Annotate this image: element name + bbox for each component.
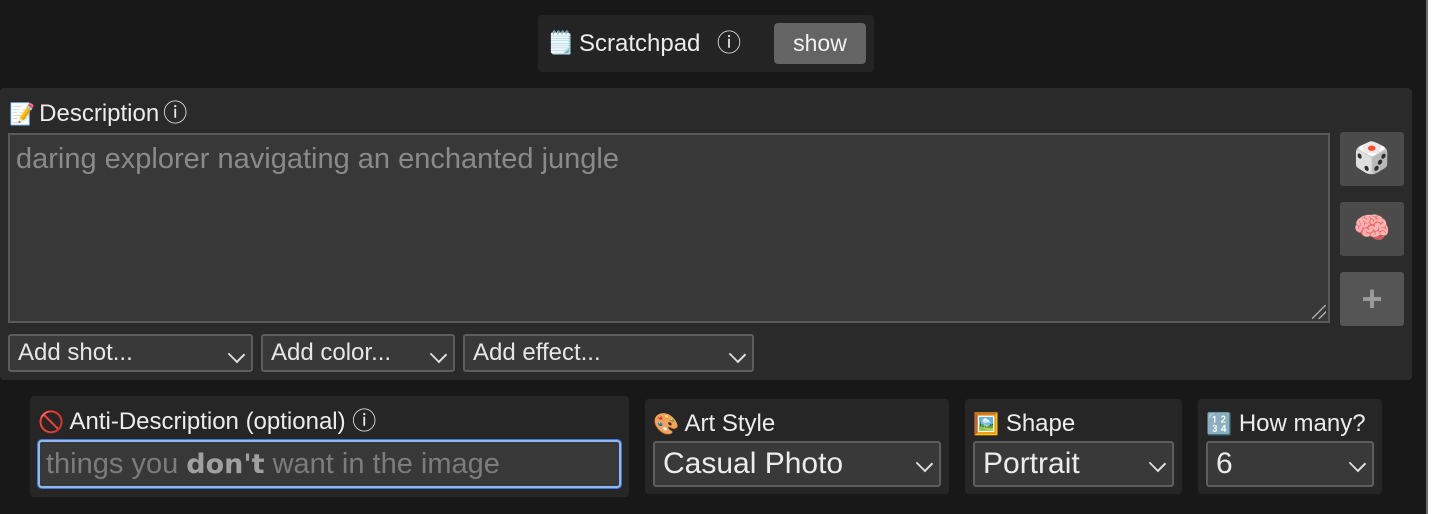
window-edge <box>1426 0 1444 514</box>
scratchpad-show-button[interactable]: show <box>774 23 866 64</box>
plus-icon: + <box>1361 278 1383 319</box>
shape-select[interactable]: Portrait <box>973 441 1174 487</box>
description-heading: 📝 Description ⓘ <box>9 100 187 129</box>
add-color-select[interactable]: Add color... <box>261 334 455 372</box>
anti-placeholder-emphasis: don't <box>186 449 265 480</box>
brain-button[interactable]: 🧠 <box>1340 202 1404 256</box>
info-icon[interactable]: ⓘ <box>352 408 376 435</box>
palette-icon: 🎨 <box>653 413 680 436</box>
how-many-label: How many? <box>1238 410 1366 437</box>
anti-description-label: Anti-Description (optional) <box>69 408 346 435</box>
shape-heading: 🖼️ Shape <box>973 410 1075 439</box>
anti-description-heading: 🚫 Anti-Description (optional) ⓘ <box>38 408 376 437</box>
add-effect-select[interactable]: Add effect... <box>463 334 754 372</box>
add-shot-value: Add shot... <box>18 339 133 366</box>
anti-description-panel: 🚫 Anti-Description (optional) ⓘ things y… <box>30 396 629 497</box>
chevron-down-icon <box>429 345 448 364</box>
memo-icon: 📝 <box>9 103 36 126</box>
prohibited-icon: 🚫 <box>38 411 65 434</box>
add-shot-select[interactable]: Add shot... <box>8 334 253 372</box>
random-dice-button[interactable]: 🎲 <box>1340 132 1404 186</box>
dice-icon: 🎲 <box>1353 142 1391 175</box>
scratchpad-label: Scratchpad <box>579 30 701 57</box>
chevron-down-icon <box>728 345 747 364</box>
shape-label: Shape <box>1005 410 1076 437</box>
add-button[interactable]: + <box>1340 272 1404 326</box>
notepad-icon: 🗒️ <box>547 30 575 55</box>
description-label: Description <box>39 100 160 127</box>
add-effect-value: Add effect... <box>473 339 601 366</box>
art-style-value: Casual Photo <box>663 447 844 480</box>
chevron-down-icon <box>915 454 934 473</box>
anti-placeholder-end: want in the image <box>264 448 500 480</box>
info-icon[interactable]: ⓘ <box>717 30 741 58</box>
art-style-label: Art Style <box>684 410 776 437</box>
art-style-select[interactable]: Casual Photo <box>653 441 941 487</box>
art-style-heading: 🎨 Art Style <box>653 410 775 439</box>
description-panel: 📝 Description ⓘ daring explorer navigating… <box>0 88 1412 380</box>
chevron-down-icon <box>227 345 246 364</box>
description-placeholder: daring explorer navigating an enchanted … <box>16 143 619 175</box>
anti-placeholder-start: things you <box>46 448 187 480</box>
framed-picture-icon: 🖼️ <box>973 413 1000 436</box>
add-color-value: Add color... <box>271 339 392 366</box>
how-many-value: 6 <box>1216 447 1233 480</box>
resize-handle[interactable] <box>1312 305 1326 319</box>
how-many-panel: 🔢 How many? 6 <box>1198 399 1382 494</box>
description-textarea[interactable]: daring explorer navigating an enchanted … <box>8 133 1330 323</box>
numbers-icon: 🔢 <box>1206 413 1233 436</box>
brain-icon: 🧠 <box>1353 212 1391 245</box>
chevron-down-icon <box>1148 454 1167 473</box>
anti-description-input[interactable]: things you don't want in the image <box>38 440 621 488</box>
how-many-select[interactable]: 6 <box>1206 441 1374 487</box>
chevron-down-icon <box>1348 454 1367 473</box>
info-icon[interactable]: ⓘ <box>163 100 187 127</box>
art-style-panel: 🎨 Art Style Casual Photo <box>645 399 949 494</box>
scratchpad-bar: 🗒️ Scratchpad ⓘ show <box>538 15 874 72</box>
how-many-heading: 🔢 How many? <box>1206 410 1366 439</box>
shape-panel: 🖼️ Shape Portrait <box>965 399 1182 494</box>
shape-value: Portrait <box>983 447 1080 480</box>
